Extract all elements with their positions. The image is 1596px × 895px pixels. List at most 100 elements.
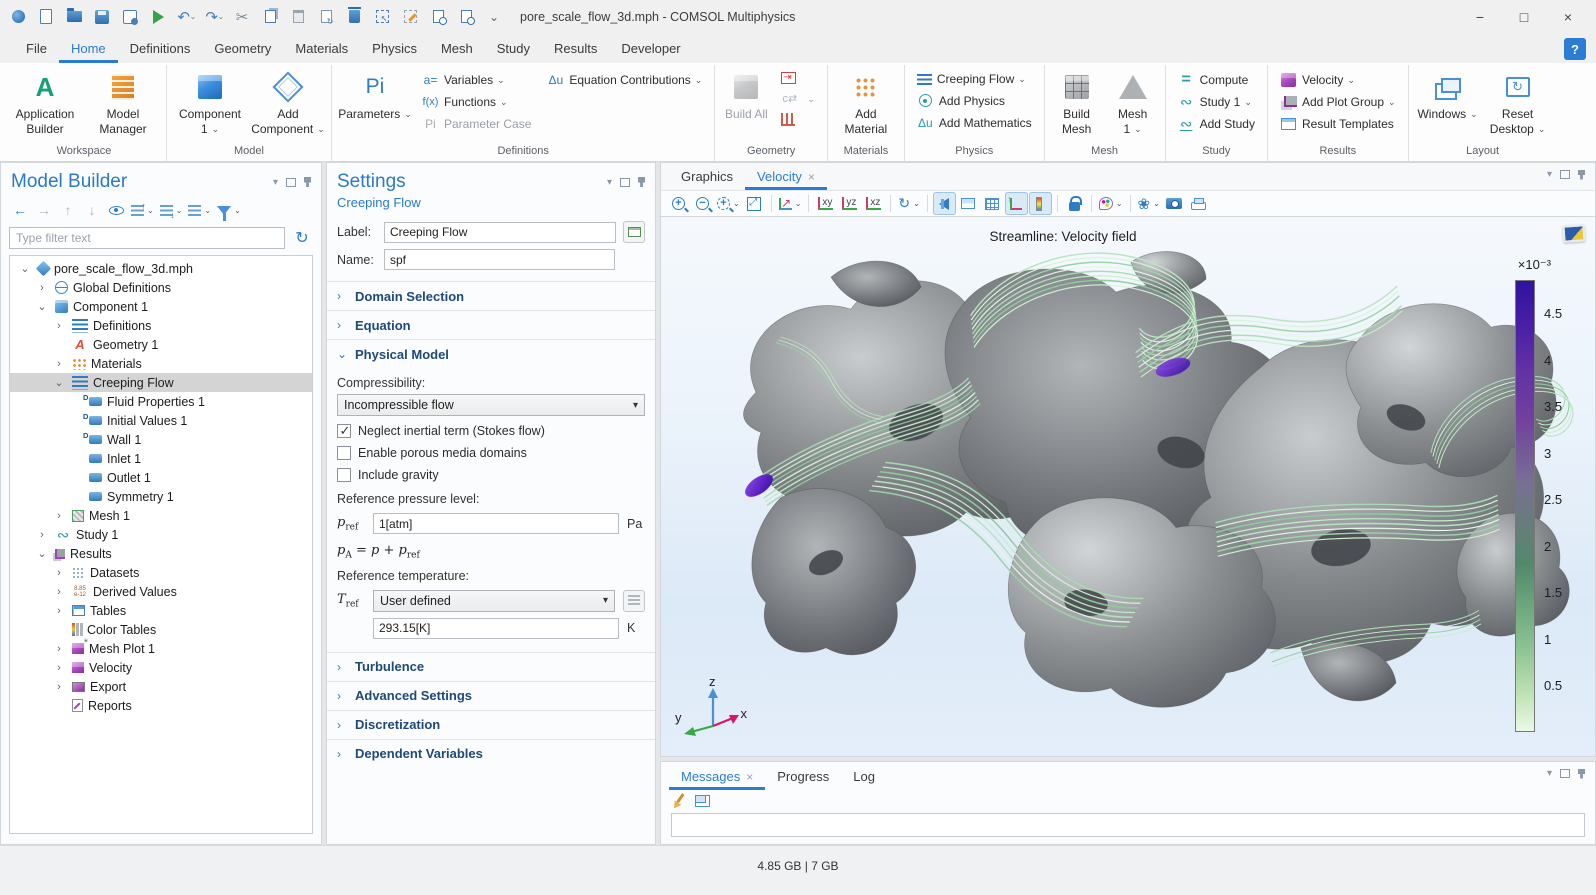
tab-progress[interactable]: Progress [765,764,841,790]
zoom-out-icon[interactable] [691,192,714,215]
refresh-icon[interactable]: ↻ [291,227,313,249]
redo-icon[interactable]: ⌄ [202,5,226,29]
tree-expander[interactable]: › [52,567,66,579]
close-button[interactable]: × [1546,1,1590,32]
tree-item-derived-values[interactable]: › Derived Values [10,582,312,601]
search-icon[interactable] [454,5,478,29]
ribbon-tab[interactable]: Materials [283,36,360,63]
maximize-button[interactable]: □ [1502,1,1546,32]
clear-messages-icon[interactable] [671,793,687,809]
cut-icon[interactable] [230,5,254,29]
functions-button[interactable]: Functions [417,92,536,111]
remove-details-button[interactable] [776,111,820,128]
panel-menu-icon[interactable]: ▾ [1547,768,1552,779]
move-up-icon[interactable]: ↑ [57,199,79,221]
panel-float-icon[interactable] [620,178,630,187]
checkbox-icon[interactable] [337,446,351,460]
print-icon[interactable] [1187,192,1210,215]
edit-label-button[interactable] [623,221,645,243]
ribbon-tab[interactable]: Results [542,36,609,63]
creeping-flow-button[interactable]: Creeping Flow [912,70,1037,88]
collapse-all-icon[interactable]: ⌄ [158,199,185,221]
tree-expander[interactable]: › [52,605,66,617]
panel-pin-icon[interactable] [638,177,645,187]
tree-item-initial-values-1[interactable]: D Initial Values 1 [10,411,312,430]
panel-float-icon[interactable] [1560,170,1570,179]
tree-item-mesh-1[interactable]: › Mesh 1 [10,506,312,525]
reference-pressure-input[interactable] [373,513,619,534]
node-label-icon[interactable]: ⌄ [186,199,213,221]
tree-item-tables[interactable]: › Tables [10,601,312,620]
section-discretization[interactable]: ›Discretization [327,710,655,739]
show-icon[interactable] [105,199,127,221]
panel-float-icon[interactable] [1560,769,1570,778]
ribbon-tab[interactable]: Study [485,36,542,63]
tree-item-inlet-1[interactable]: Inlet 1 [10,449,312,468]
move-down-icon[interactable]: ↓ [81,199,103,221]
tab-velocity[interactable]: Velocity [745,164,827,190]
mesh-1-button[interactable]: Mesh 1 [1108,68,1158,140]
tree-expander[interactable]: › [52,358,66,370]
ribbon-tab[interactable]: Physics [360,36,429,63]
add-plot-group-button[interactable]: Add Plot Group [1275,92,1401,111]
select-box-icon[interactable] [370,5,394,29]
panel-float-icon[interactable] [286,178,296,187]
expand-all-icon[interactable]: ⌄ [129,199,156,221]
equation-contributions-button[interactable]: Equation Contributions [542,70,707,89]
ribbon-tab[interactable]: Definitions [118,36,203,63]
checkbox-neglect-inertial[interactable]: Neglect inertial term (Stokes flow) [337,420,645,442]
graphics-canvas[interactable]: Streamline: Velocity field ×10⁻³ 4.543.5… [660,217,1596,757]
forward-icon[interactable]: → [33,199,55,221]
tree-expander[interactable]: › [35,529,49,541]
messages-output[interactable] [671,813,1585,837]
ribbon-tab[interactable]: Developer [609,36,692,63]
delete-icon[interactable] [342,5,366,29]
grid-icon[interactable] [981,192,1004,215]
tree-expander[interactable]: ⌄ [35,300,49,313]
tree-item-wall-1[interactable]: D Wall 1 [10,430,312,449]
parameter-case-button[interactable]: Parameter Case [417,114,536,133]
reference-temperature-select[interactable]: User defined [373,590,615,612]
section-turbulence[interactable]: ›Turbulence [327,652,655,681]
undo-icon[interactable]: ⌄ [174,5,198,29]
go-to-view-icon[interactable]: ⌄ [777,192,804,215]
build-all-button[interactable]: Build All [722,68,770,140]
close-tab-icon[interactable] [808,170,815,184]
tree-item-outlet-1[interactable]: Outlet 1 [10,468,312,487]
more-chevron-icon[interactable] [482,5,506,29]
checkbox-icon[interactable] [337,424,351,438]
clear-selection-icon[interactable] [398,5,422,29]
toolbar-separator[interactable] [927,195,928,212]
panel-menu-icon[interactable]: ▾ [607,177,612,188]
open-messages-icon[interactable] [695,795,710,807]
panel-menu-icon[interactable]: ▾ [1547,169,1552,180]
section-dependent-variables[interactable]: ›Dependent Variables [327,739,655,768]
tree-filter-input[interactable] [9,227,285,249]
ribbon-tab[interactable]: Home [59,36,118,63]
tree-item-results[interactable]: ⌄ Results [10,544,312,563]
save-icon[interactable] [90,5,114,29]
zoom-in-icon[interactable] [667,192,690,215]
tree-item-datasets[interactable]: › Datasets [10,563,312,582]
add-study-button[interactable]: Add Study [1173,114,1260,133]
view-yz-icon[interactable]: yz [838,192,861,215]
add-material-button[interactable]: Add Material [835,68,897,140]
tree-expander[interactable]: › [52,643,66,655]
zoom-extents-icon[interactable] [743,192,766,215]
temperature-input[interactable] [373,618,619,639]
checkbox-porous-media[interactable]: Enable porous media domains [337,442,645,464]
back-icon[interactable]: ← [9,199,31,221]
find-icon[interactable] [426,5,450,29]
update-plot-icon[interactable]: ⌄ [1136,192,1162,215]
section-physical-model[interactable]: ⌄Physical Model [327,339,655,368]
panel-pin-icon[interactable] [304,177,311,187]
panel-pin-icon[interactable] [1578,170,1585,180]
variables-button[interactable]: Variables [417,70,536,89]
import-button[interactable] [776,70,820,86]
toolbar-separator[interactable] [1057,195,1058,212]
section-equation[interactable]: ›Equation [327,310,655,339]
view-xz-icon[interactable]: xz [862,192,885,215]
color-legend-icon[interactable] [1029,192,1052,215]
ribbon-tab[interactable]: Geometry [202,36,283,63]
toolbar-separator[interactable] [1091,195,1092,212]
